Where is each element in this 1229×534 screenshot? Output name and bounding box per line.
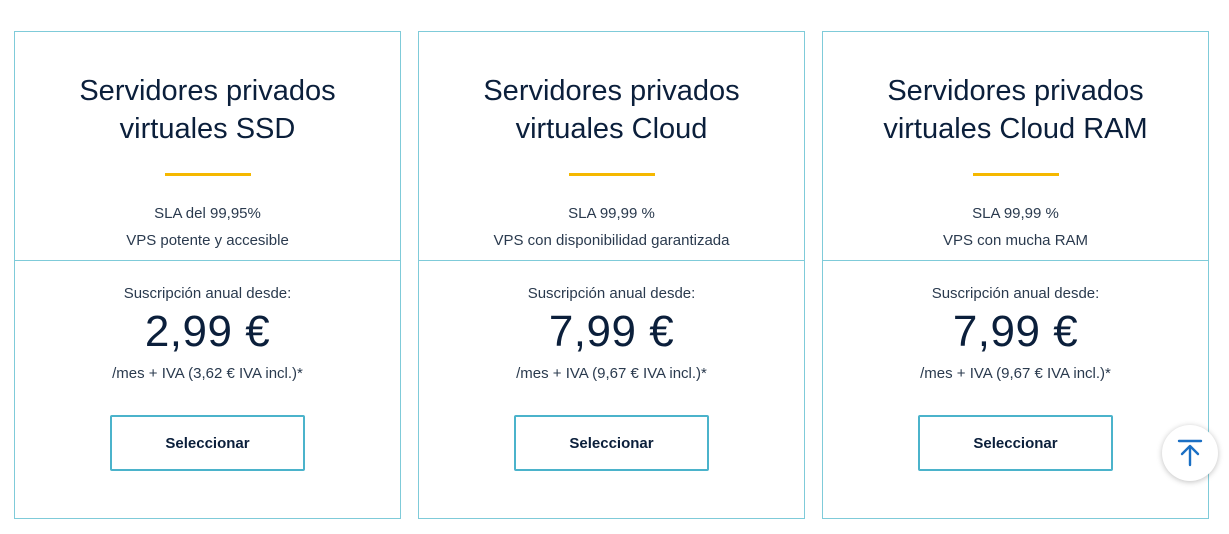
scroll-to-top-button[interactable] <box>1162 425 1218 481</box>
plan-price: 7,99 € <box>548 307 675 356</box>
plan-description: VPS con mucha RAM <box>942 232 1089 249</box>
plan-card-pricing: Suscripción anual desde: 7,99 € /mes + I… <box>823 261 1208 471</box>
select-plan-cloud-ram-button[interactable]: Seleccionar <box>918 415 1113 471</box>
select-plan-ssd-button[interactable]: Seleccionar <box>110 415 305 471</box>
plan-title-line1: Servidores privados <box>483 75 740 107</box>
plan-card-header: Servidores privados virtuales Cloud RAM … <box>823 32 1208 261</box>
plan-title-line1: Servidores privados <box>79 75 336 107</box>
plan-sla: SLA del 99,95% <box>154 205 261 222</box>
price-from-label: Suscripción anual desde: <box>931 285 1100 302</box>
plan-tax-note: /mes + IVA (9,67 € IVA incl.)* <box>516 365 707 382</box>
plan-card-pricing: Suscripción anual desde: 2,99 € /mes + I… <box>15 261 400 471</box>
plan-cards: Servidores privados virtuales SSD SLA de… <box>14 31 1209 519</box>
accent-divider <box>568 173 655 176</box>
accent-divider <box>164 173 251 176</box>
plan-sla: SLA 99,99 % <box>972 205 1059 222</box>
plan-title: Servidores privados virtuales SSD <box>38 72 378 148</box>
plan-price: 7,99 € <box>952 307 1079 356</box>
plan-title: Servidores privados virtuales Cloud RAM <box>846 72 1186 148</box>
plan-card-header: Servidores privados virtuales SSD SLA de… <box>15 32 400 261</box>
plan-card-cloud: Servidores privados virtuales Cloud SLA … <box>418 31 805 519</box>
accent-divider <box>972 173 1059 176</box>
price-from-label: Suscripción anual desde: <box>123 285 292 302</box>
plan-title-line2: virtuales SSD <box>119 113 296 145</box>
plan-card-header: Servidores privados virtuales Cloud SLA … <box>419 32 804 261</box>
plan-tax-note: /mes + IVA (9,67 € IVA incl.)* <box>920 365 1111 382</box>
plan-tax-note: /mes + IVA (3,62 € IVA incl.)* <box>112 365 303 382</box>
select-plan-cloud-button[interactable]: Seleccionar <box>514 415 709 471</box>
plan-card-pricing: Suscripción anual desde: 7,99 € /mes + I… <box>419 261 804 471</box>
plan-title-line2: virtuales Cloud <box>515 113 708 145</box>
arrow-up-to-top-icon <box>1177 439 1203 467</box>
price-from-label: Suscripción anual desde: <box>527 285 696 302</box>
plan-card-ssd: Servidores privados virtuales SSD SLA de… <box>14 31 401 519</box>
plan-title-line2: virtuales Cloud RAM <box>883 113 1148 145</box>
plan-sla: SLA 99,99 % <box>568 205 655 222</box>
plan-title-line1: Servidores privados <box>887 75 1144 107</box>
plan-description: VPS con disponibilidad garantizada <box>493 232 730 249</box>
plan-title: Servidores privados virtuales Cloud <box>442 72 782 148</box>
plan-card-cloud-ram: Servidores privados virtuales Cloud RAM … <box>822 31 1209 519</box>
plan-price: 2,99 € <box>144 307 271 356</box>
plan-description: VPS potente y accesible <box>126 232 289 249</box>
